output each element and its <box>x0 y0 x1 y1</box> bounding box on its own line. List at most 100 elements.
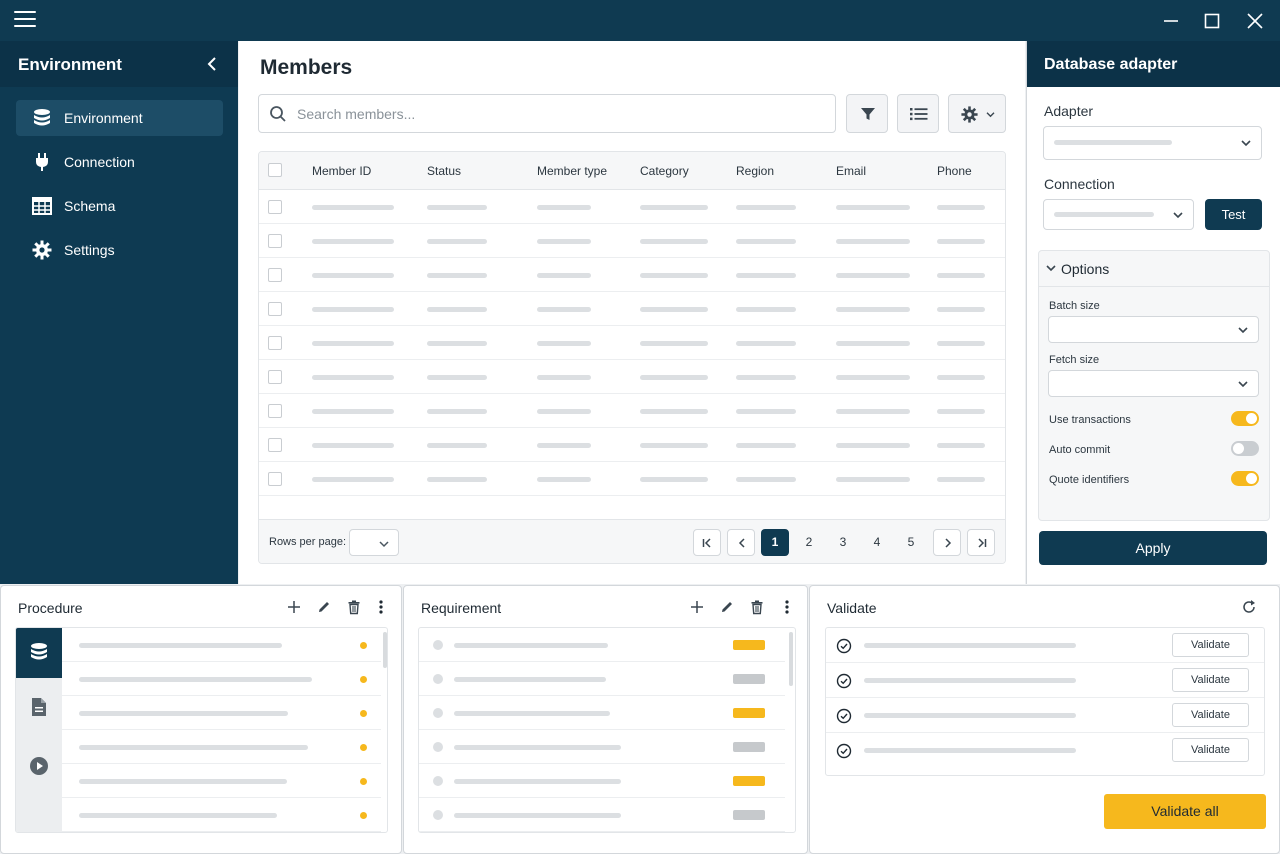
list-icon <box>910 108 928 121</box>
sidebar-item-settings[interactable]: Settings <box>16 232 223 268</box>
column-header[interactable]: Member ID <box>312 164 371 178</box>
hamburger-menu-icon[interactable] <box>14 11 36 29</box>
sidebar-item-schema[interactable]: Schema <box>16 188 223 224</box>
bullet-dot <box>433 708 443 718</box>
column-header[interactable]: Member type <box>537 164 607 178</box>
connection-select[interactable] <box>1043 199 1194 230</box>
filter-button[interactable] <box>846 94 888 133</box>
rows-per-page-label: Rows per page: <box>269 536 347 548</box>
next-page-button[interactable] <box>933 529 961 556</box>
validate-button[interactable]: Validate <box>1172 633 1249 657</box>
auto-commit-toggle[interactable] <box>1231 441 1259 456</box>
row-checkbox[interactable] <box>268 234 282 248</box>
edit-icon[interactable] <box>316 599 332 615</box>
procedure-tab-document[interactable] <box>16 683 62 733</box>
search-input[interactable] <box>297 103 817 125</box>
column-header[interactable]: Category <box>640 164 689 178</box>
row-checkbox[interactable] <box>268 336 282 350</box>
column-header[interactable]: Email <box>836 164 866 178</box>
first-page-button[interactable] <box>693 529 721 556</box>
row-checkbox[interactable] <box>268 370 282 384</box>
table-settings-button[interactable] <box>948 94 1006 133</box>
row-checkbox[interactable] <box>268 438 282 452</box>
list-item[interactable] <box>62 662 381 696</box>
batch-size-select[interactable] <box>1048 316 1259 343</box>
auto-commit-label: Auto commit <box>1049 444 1111 456</box>
rows-per-page-select[interactable] <box>349 529 399 556</box>
test-connection-button[interactable]: Test <box>1205 199 1262 230</box>
add-icon[interactable] <box>286 599 302 615</box>
chevron-left-icon[interactable] <box>204 55 220 73</box>
page-3-button[interactable]: 3 <box>829 529 857 556</box>
use-transactions-toggle[interactable] <box>1231 411 1259 426</box>
page-1-button[interactable]: 1 <box>761 529 789 556</box>
procedure-tab-database[interactable] <box>16 628 62 678</box>
procedure-scrollbar[interactable] <box>383 632 387 668</box>
edit-icon[interactable] <box>719 599 735 615</box>
list-item[interactable] <box>419 798 785 832</box>
row-checkbox[interactable] <box>268 302 282 316</box>
table-row[interactable] <box>259 326 1005 360</box>
cell-placeholder <box>836 375 910 380</box>
table-row[interactable] <box>259 292 1005 326</box>
delete-icon[interactable] <box>749 599 765 615</box>
column-header[interactable]: Phone <box>937 164 972 178</box>
list-item[interactable] <box>62 628 381 662</box>
adapter-select[interactable] <box>1043 126 1262 160</box>
page-5-button[interactable]: 5 <box>897 529 925 556</box>
page-2-button[interactable]: 2 <box>795 529 823 556</box>
column-header[interactable]: Region <box>736 164 774 178</box>
list-item[interactable] <box>419 764 785 798</box>
validate-button[interactable]: Validate <box>1172 668 1249 692</box>
options-toggle[interactable]: Options <box>1039 251 1269 287</box>
row-checkbox[interactable] <box>268 472 282 486</box>
list-item[interactable] <box>419 730 785 764</box>
table-row[interactable] <box>259 428 1005 462</box>
minimize-icon[interactable] <box>1160 10 1182 32</box>
close-icon[interactable] <box>1244 10 1266 32</box>
maximize-icon[interactable] <box>1201 10 1223 32</box>
list-view-button[interactable] <box>897 94 939 133</box>
delete-icon[interactable] <box>346 599 362 615</box>
table-row[interactable] <box>259 360 1005 394</box>
requirement-scrollbar[interactable] <box>789 632 793 686</box>
row-checkbox[interactable] <box>268 200 282 214</box>
more-options-icon[interactable] <box>373 599 389 615</box>
list-item[interactable] <box>419 696 785 730</box>
cell-placeholder <box>537 375 591 380</box>
row-checkbox[interactable] <box>268 268 282 282</box>
last-page-button[interactable] <box>967 529 995 556</box>
add-icon[interactable] <box>689 599 705 615</box>
list-item[interactable] <box>62 730 381 764</box>
plug-icon <box>36 153 48 171</box>
refresh-icon[interactable] <box>1241 599 1257 615</box>
select-all-checkbox[interactable] <box>268 163 282 177</box>
quote-identifiers-toggle[interactable] <box>1231 471 1259 486</box>
list-item[interactable] <box>419 628 785 662</box>
sidebar-item-environment[interactable]: Environment <box>16 100 223 136</box>
toggle-knob <box>1246 473 1257 484</box>
table-row[interactable] <box>259 394 1005 428</box>
row-checkbox[interactable] <box>268 404 282 418</box>
list-item[interactable] <box>62 798 381 832</box>
more-options-icon[interactable] <box>779 599 795 615</box>
table-row[interactable] <box>259 258 1005 292</box>
table-row[interactable] <box>259 462 1005 496</box>
list-item[interactable] <box>419 662 785 696</box>
apply-button[interactable]: Apply <box>1039 531 1267 565</box>
options-title: Options <box>1061 261 1110 277</box>
list-item[interactable] <box>62 764 381 798</box>
sidebar-item-connection[interactable]: Connection <box>16 144 223 180</box>
page-4-button[interactable]: 4 <box>863 529 891 556</box>
table-row[interactable] <box>259 190 1005 224</box>
list-item[interactable] <box>62 696 381 730</box>
database-adapter-panel: Database adapter Adapter Connection Test… <box>1026 41 1280 584</box>
fetch-size-select[interactable] <box>1048 370 1259 397</box>
validate-button[interactable]: Validate <box>1172 703 1249 727</box>
validate-button[interactable]: Validate <box>1172 738 1249 762</box>
procedure-tab-run[interactable] <box>16 741 62 791</box>
previous-page-button[interactable] <box>727 529 755 556</box>
validate-all-button[interactable]: Validate all <box>1104 794 1266 829</box>
table-row[interactable] <box>259 224 1005 258</box>
column-header[interactable]: Status <box>427 164 461 178</box>
